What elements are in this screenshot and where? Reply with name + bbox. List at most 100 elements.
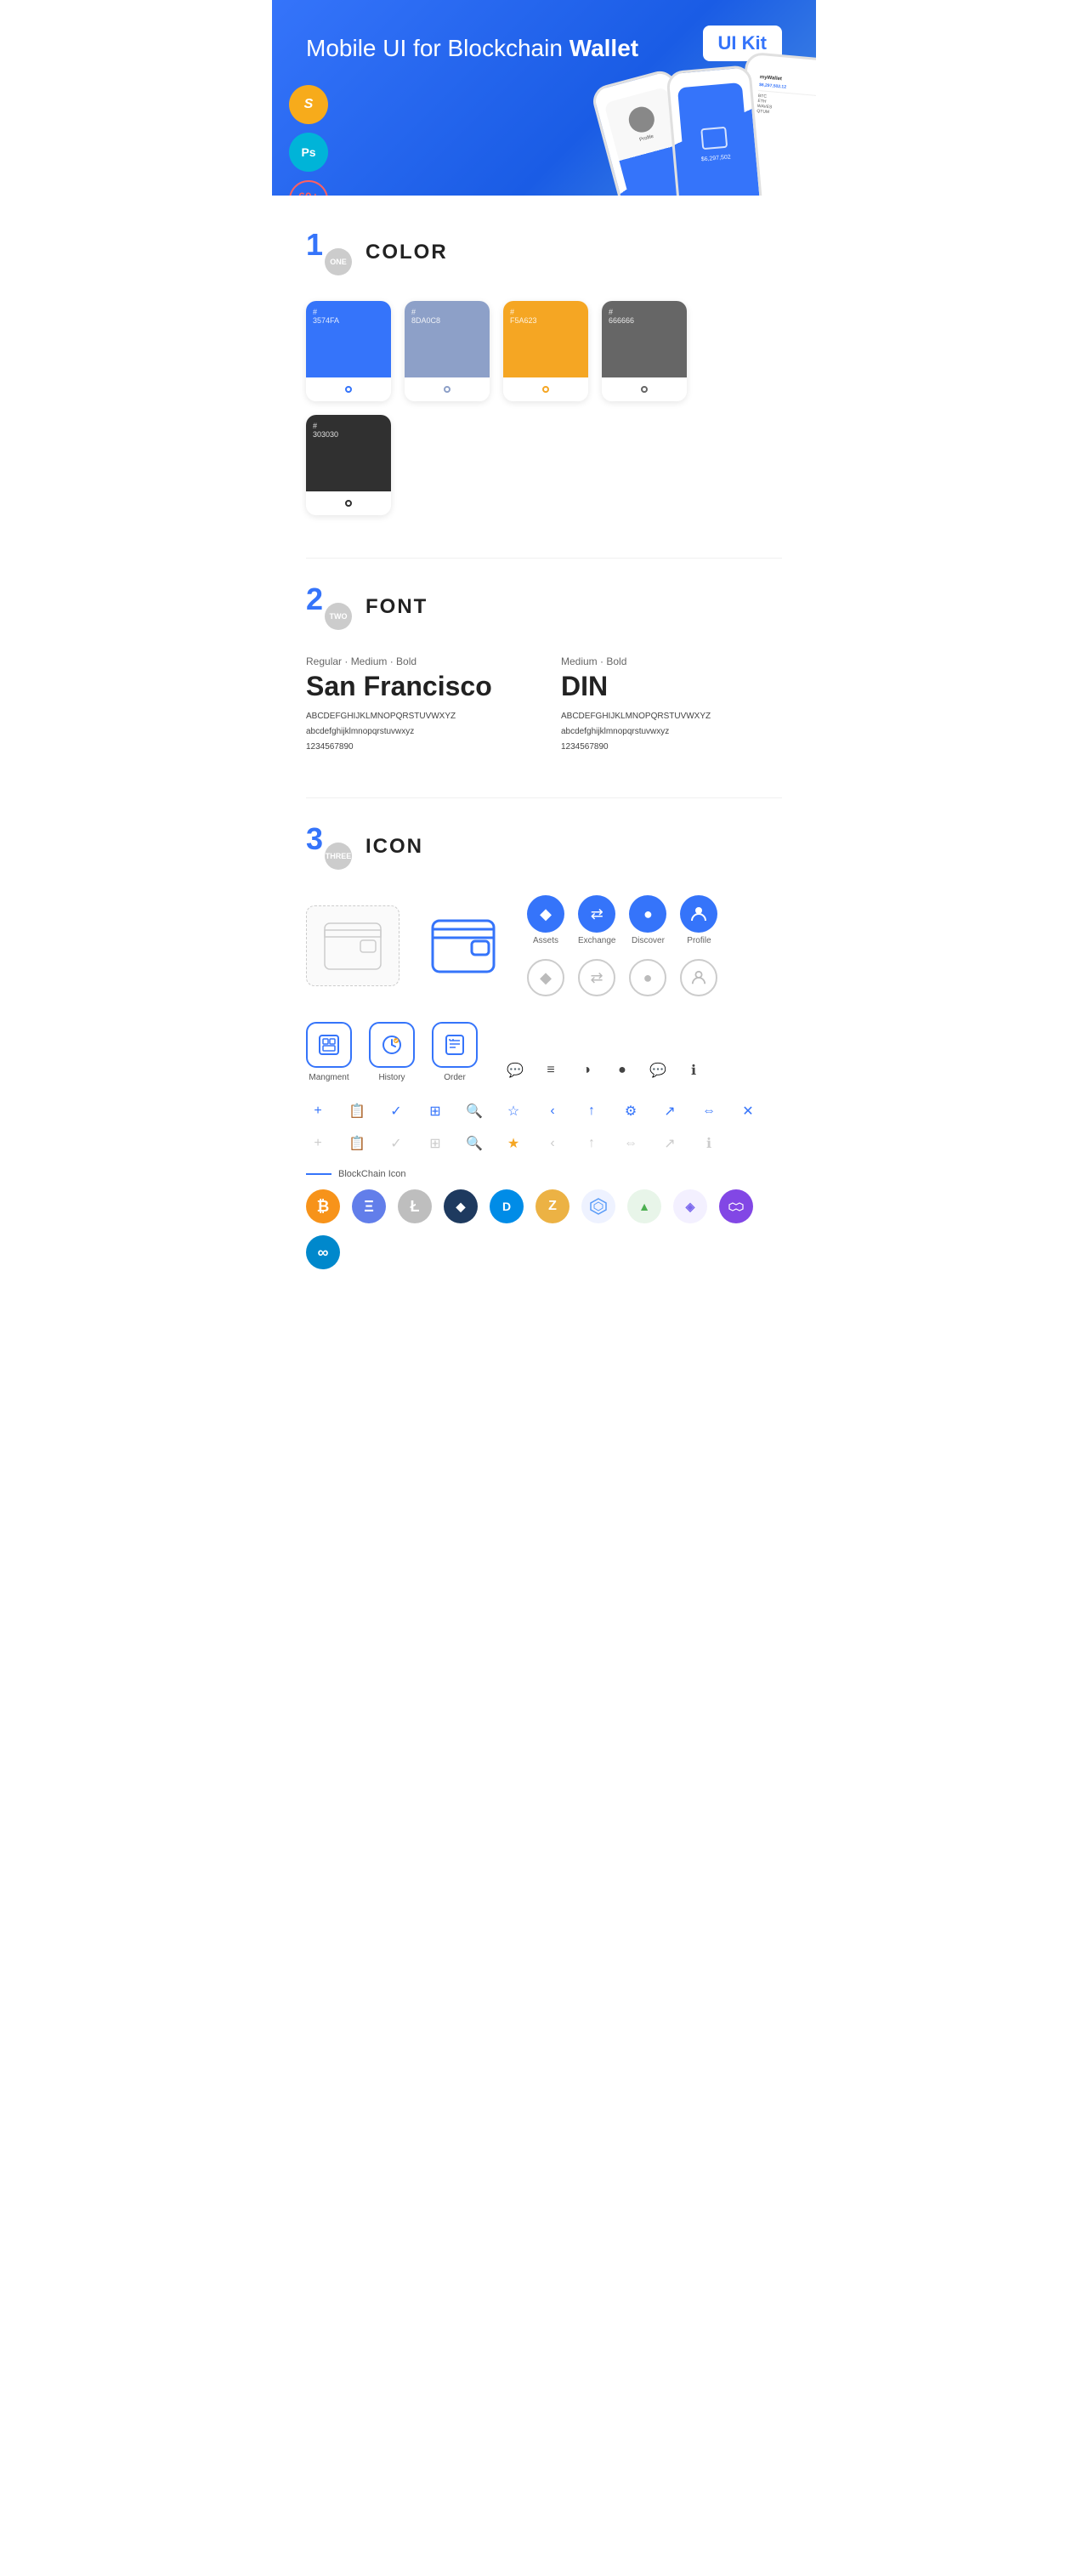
profile-icon-outline [680, 959, 717, 996]
sketch-badge: S [289, 85, 328, 124]
divider-1 [306, 558, 782, 559]
assets-icon-outline: ◆ [527, 959, 564, 996]
icon-section-header: 3 THREE ICON [306, 824, 782, 870]
swatch-grey: #666666 [602, 301, 687, 401]
settings-icon: ⚙ [619, 1099, 643, 1123]
din-lowercase: abcdefghijklmnopqrstuvwxyz [561, 724, 782, 740]
share-icon-outline: ↑ [580, 1132, 604, 1155]
send-icon-outline: ↗ [658, 1132, 682, 1155]
send-icon: ↗ [658, 1099, 682, 1123]
back-icon-outline: ‹ [541, 1132, 564, 1155]
phone-2: $6,297,502 [666, 65, 763, 196]
bubble-icon: 💬 [646, 1058, 670, 1082]
exchange-icon-outline: ⇄ [578, 959, 615, 996]
grid-icon: ⊞ [423, 1099, 447, 1123]
swap-icon: ⇔ [697, 1099, 721, 1123]
wallet-colored-svg [431, 919, 496, 973]
icon-title: ICON [366, 835, 423, 859]
wallet-colored [416, 905, 510, 986]
discover-icon: ● [629, 895, 666, 933]
ps-badge: Ps [289, 133, 328, 172]
management-icon [306, 1022, 352, 1068]
utility-icons-row2: + 📋 ✓ ⊞ 🔍 ★ ‹ ↑ ⇔ ↗ ℹ [306, 1132, 782, 1155]
font-section-header: 2 TWO FONT [306, 584, 782, 630]
management-icon-item: Mangment [306, 1022, 352, 1082]
divider-2 [306, 797, 782, 798]
sf-numbers: 1234567890 [306, 740, 527, 755]
color-section: 1 ONE COLOR #3574FA #8DA0C8 #F5A623 [306, 230, 782, 515]
gem-coin: ◈ [673, 1189, 707, 1223]
swatch-dark: #303030 [306, 415, 391, 515]
bc-line [306, 1173, 332, 1175]
search-icon-outline: 🔍 [462, 1132, 486, 1155]
bc-label: BlockChain Icon [338, 1169, 406, 1179]
check-icon-outline: ✓ [384, 1132, 408, 1155]
font-din: Medium · Bold DIN ABCDEFGHIJKLMNOPQRSTUV… [561, 655, 782, 755]
utility-icons-row1: + 📋 ✓ ⊞ 🔍 ☆ ‹ ↑ ⚙ ↗ ⇔ ✕ [306, 1099, 782, 1123]
color-section-header: 1 ONE COLOR [306, 230, 782, 275]
dark-coin: ◆ [444, 1189, 478, 1223]
icon-exchange: ⇄ Exchange [578, 895, 615, 945]
swatch-orange: #F5A623 [503, 301, 588, 401]
btc-coin: ₿ [306, 1189, 340, 1223]
profile-icon [680, 895, 717, 933]
history-icon-item: History [369, 1022, 415, 1082]
moon-icon: ◑ [575, 1058, 598, 1082]
grid-coin [581, 1189, 615, 1223]
font-sf: Regular · Medium · Bold San Francisco AB… [306, 655, 527, 755]
close-icon-blue: ✕ [736, 1099, 760, 1123]
clipboard-icon: 📋 [345, 1099, 369, 1123]
app-icons-row: Mangment History [306, 1022, 782, 1082]
plus-icon: + [306, 1099, 330, 1123]
info-icon: ℹ [682, 1058, 706, 1082]
section-number-3: 3 THREE [306, 824, 352, 870]
color-swatches: #3574FA #8DA0C8 #F5A623 #666666 [306, 301, 782, 515]
info-icon-outline: ℹ [697, 1132, 721, 1155]
font-section: 2 TWO FONT Regular · Medium · Bold San F… [306, 584, 782, 755]
swatch-blue: #3574FA [306, 301, 391, 401]
grid-icon-outline: ⊞ [423, 1132, 447, 1155]
sf-name: San Francisco [306, 671, 527, 702]
section-number-2: 2 TWO [306, 584, 352, 630]
back-icon: ‹ [541, 1099, 564, 1123]
dash-coin: D [490, 1189, 524, 1223]
section-number-1: 1 ONE [306, 230, 352, 275]
poly-coin [719, 1189, 753, 1223]
icon-discover: ● Discover [629, 895, 666, 945]
list-icon: ≡ [539, 1058, 563, 1082]
star-icon: ☆ [502, 1099, 525, 1123]
hero-section: Mobile UI for Blockchain Wallet UI Kit S… [272, 0, 816, 196]
wallet-wireframe [306, 905, 400, 986]
check-icon: ✓ [384, 1099, 408, 1123]
eth-coin: Ξ [352, 1189, 386, 1223]
swatch-grey-blue: #8DA0C8 [405, 301, 490, 401]
phones-mockup: Profile $6,297,502 myWallet $6,297,502.1… [493, 43, 816, 196]
sf-lowercase: abcdefghijklmnopqrstuvwxyz [306, 724, 527, 740]
hero-badges: S Ps 60+ Screens [289, 85, 328, 196]
chat-icon: 💬 [503, 1058, 527, 1082]
ltc-coin: Ł [398, 1189, 432, 1223]
din-uppercase: ABCDEFGHIJKLMNOPQRSTUVWXYZ [561, 709, 782, 724]
font-grid: Regular · Medium · Bold San Francisco AB… [306, 655, 782, 755]
circle-icon: ● [610, 1058, 634, 1082]
ark-coin: ▲ [627, 1189, 661, 1223]
nav-icons-group: ◆ Assets ⇄ Exchange ● Discover [527, 895, 717, 996]
clipboard-icon-outline: 📋 [345, 1132, 369, 1155]
icon-profile: Profile [680, 895, 717, 945]
nav-icons-row-active: ◆ Assets ⇄ Exchange ● Discover [527, 895, 717, 945]
icon-section: 3 THREE ICON [306, 824, 782, 1269]
sf-style-label: Regular · Medium · Bold [306, 655, 527, 667]
din-style-label: Medium · Bold [561, 655, 782, 667]
search-icon: 🔍 [462, 1099, 486, 1123]
din-numbers: 1234567890 [561, 740, 782, 755]
sf-uppercase: ABCDEFGHIJKLMNOPQRSTUVWXYZ [306, 709, 527, 724]
three-circle: THREE [325, 843, 352, 870]
swap-icon-outline: ⇔ [619, 1132, 643, 1155]
wallet-wireframe-svg [323, 922, 382, 971]
two-circle: TWO [325, 603, 352, 630]
icon-assets: ◆ Assets [527, 895, 564, 945]
din-name: DIN [561, 671, 782, 702]
star-icon-filled: ★ [502, 1132, 525, 1155]
order-icon [432, 1022, 478, 1068]
order-icon-item: Order [432, 1022, 478, 1082]
